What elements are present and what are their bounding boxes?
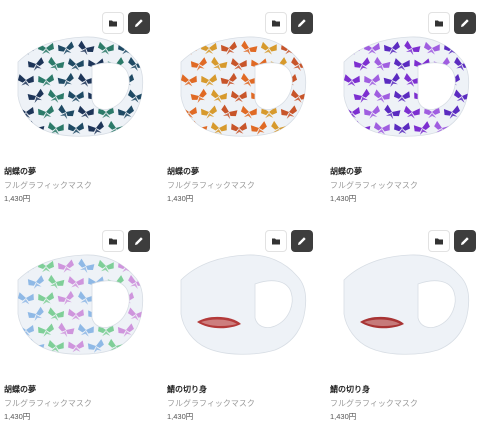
- edit-button[interactable]: [291, 12, 313, 34]
- product-card[interactable]: 胡蝶の夢 フルグラフィックマスク 1,430円: [0, 0, 160, 220]
- product-title[interactable]: 胡蝶の夢: [4, 166, 36, 177]
- product-card[interactable]: 鯖の切り身 フルグラフィックマスク 1,430円: [163, 218, 323, 438]
- product-price: 1,430円: [167, 412, 194, 421]
- pencil-icon: [461, 237, 469, 245]
- product-card[interactable]: 胡蝶の夢 フルグラフィックマスク 1,430円: [0, 218, 160, 438]
- pencil-icon: [135, 19, 143, 27]
- add-to-folder-button[interactable]: [102, 12, 124, 34]
- product-card[interactable]: 鯖の切り身 フルグラフィックマスク 1,430円: [326, 218, 480, 438]
- product-price: 1,430円: [330, 194, 357, 203]
- folder-icon: [109, 20, 117, 27]
- product-title[interactable]: 鯖の切り身: [330, 384, 370, 395]
- product-price: 1,430円: [4, 412, 31, 421]
- folder-icon: [435, 20, 443, 27]
- edit-button[interactable]: [454, 230, 476, 252]
- product-title[interactable]: 胡蝶の夢: [167, 166, 199, 177]
- folder-icon: [272, 238, 280, 245]
- folder-icon: [272, 20, 280, 27]
- product-price: 1,430円: [330, 412, 357, 421]
- product-price: 1,430円: [167, 194, 194, 203]
- folder-icon: [435, 238, 443, 245]
- product-type: フルグラフィックマスク: [167, 181, 255, 190]
- product-card[interactable]: 胡蝶の夢 フルグラフィックマスク 1,430円: [326, 0, 480, 220]
- edit-button[interactable]: [454, 12, 476, 34]
- edit-button[interactable]: [128, 12, 150, 34]
- product-card[interactable]: 胡蝶の夢 フルグラフィックマスク 1,430円: [163, 0, 323, 220]
- product-title[interactable]: 胡蝶の夢: [330, 166, 362, 177]
- add-to-folder-button[interactable]: [265, 230, 287, 252]
- product-type: フルグラフィックマスク: [4, 181, 92, 190]
- product-type: フルグラフィックマスク: [330, 181, 418, 190]
- pencil-icon: [461, 19, 469, 27]
- product-type: フルグラフィックマスク: [330, 399, 418, 408]
- add-to-folder-button[interactable]: [428, 12, 450, 34]
- pencil-icon: [135, 237, 143, 245]
- product-price: 1,430円: [4, 194, 31, 203]
- product-type: フルグラフィックマスク: [4, 399, 92, 408]
- edit-button[interactable]: [291, 230, 313, 252]
- add-to-folder-button[interactable]: [102, 230, 124, 252]
- product-title[interactable]: 鯖の切り身: [167, 384, 207, 395]
- add-to-folder-button[interactable]: [265, 12, 287, 34]
- product-type: フルグラフィックマスク: [167, 399, 255, 408]
- folder-icon: [109, 238, 117, 245]
- product-title[interactable]: 胡蝶の夢: [4, 384, 36, 395]
- edit-button[interactable]: [128, 230, 150, 252]
- pencil-icon: [298, 19, 306, 27]
- pencil-icon: [298, 237, 306, 245]
- add-to-folder-button[interactable]: [428, 230, 450, 252]
